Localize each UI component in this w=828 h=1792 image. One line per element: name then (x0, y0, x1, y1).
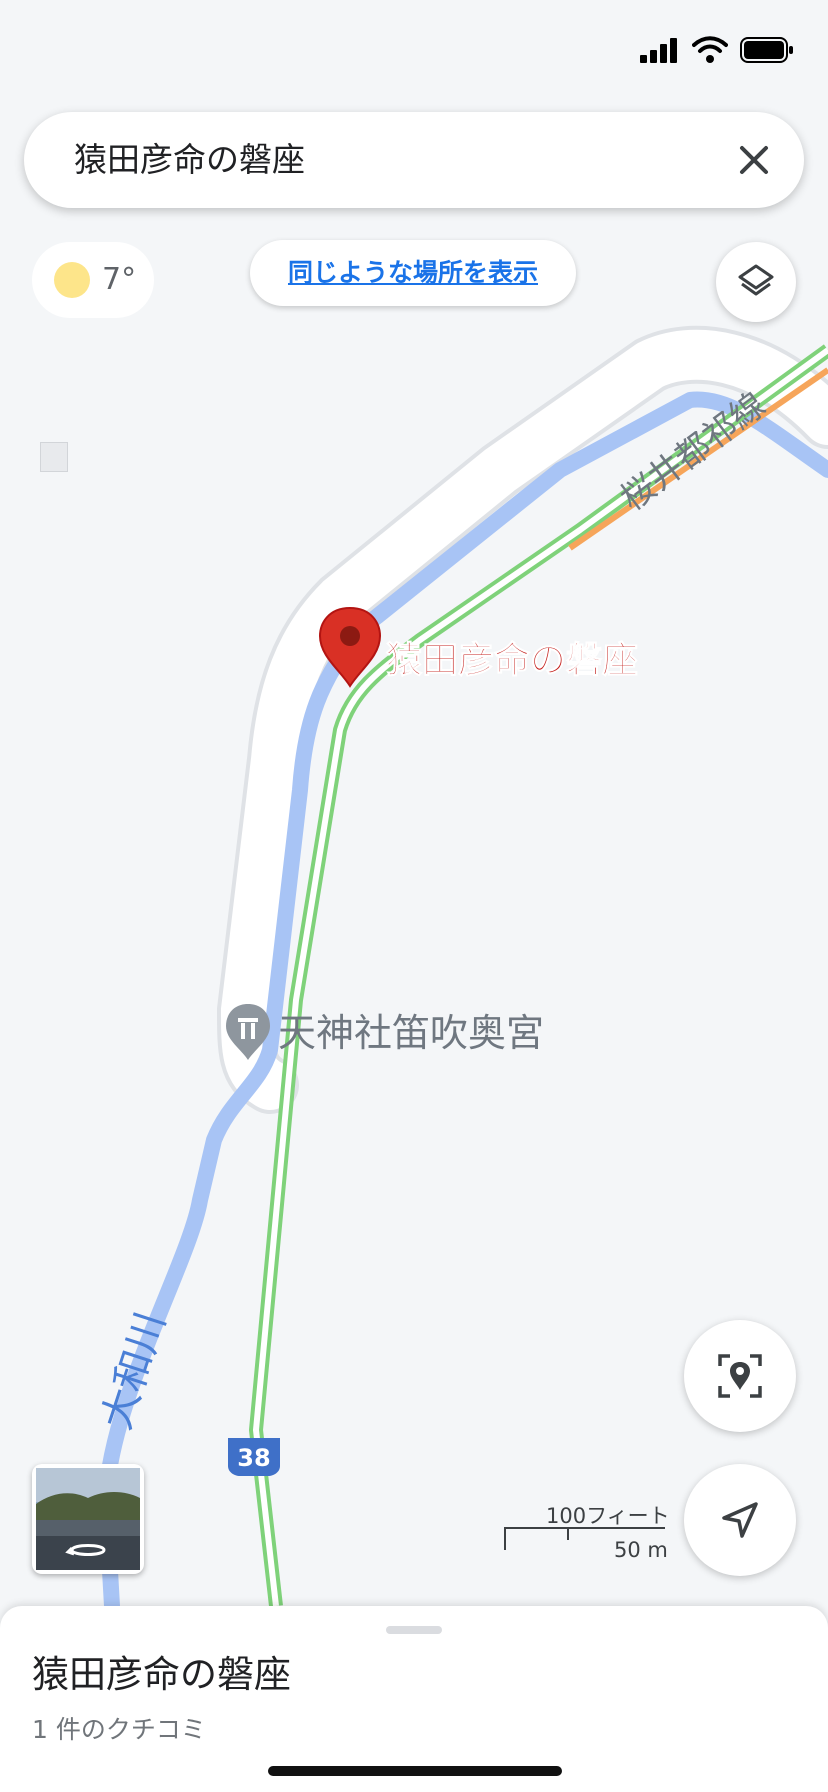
temperature: 7° (102, 262, 137, 297)
cellular-signal-icon (640, 38, 677, 63)
navigation-arrow-icon (722, 1502, 758, 1538)
sun-icon (54, 262, 90, 298)
focus-place-button[interactable] (684, 1320, 796, 1432)
wifi-icon (692, 36, 728, 63)
weather-chip[interactable]: 7° (32, 242, 154, 318)
battery-icon (740, 37, 793, 63)
river-label: 大和川 (94, 1307, 175, 1435)
layers-icon (738, 264, 774, 296)
similar-places-button[interactable]: 同じような場所を表示 (250, 240, 576, 306)
review-count[interactable]: 1 件のクチコミ (32, 1710, 206, 1746)
location-focus-icon (718, 1354, 762, 1398)
route-shield: 38 (228, 1438, 280, 1476)
street-view-thumbnail[interactable] (32, 1464, 144, 1574)
home-indicator[interactable] (268, 1766, 562, 1776)
scale-metric: 50 m (614, 1538, 668, 1562)
road-fill (220, 329, 828, 1110)
map-overlay-square (40, 442, 68, 472)
layers-button[interactable] (716, 242, 796, 322)
place-bottom-sheet[interactable]: 猿田彦命の磐座 1 件のクチコミ (0, 1606, 828, 1792)
route-shield-number: 38 (237, 1444, 270, 1472)
sheet-drag-handle[interactable] (386, 1626, 442, 1634)
status-bar (640, 36, 794, 64)
search-bar[interactable]: 猿田彦命の磐座 (24, 112, 804, 208)
search-input[interactable]: 猿田彦命の磐座 (74, 112, 305, 208)
place-title: 猿田彦命の磐座 (32, 1653, 291, 1696)
street-view-image (36, 1468, 140, 1570)
my-location-button[interactable] (684, 1464, 796, 1576)
close-icon[interactable] (730, 136, 778, 184)
shrine-label[interactable]: 天神社笛吹奥宮 (278, 1011, 544, 1055)
place-marker-label[interactable]: 猿田彦命の磐座 (386, 639, 639, 682)
